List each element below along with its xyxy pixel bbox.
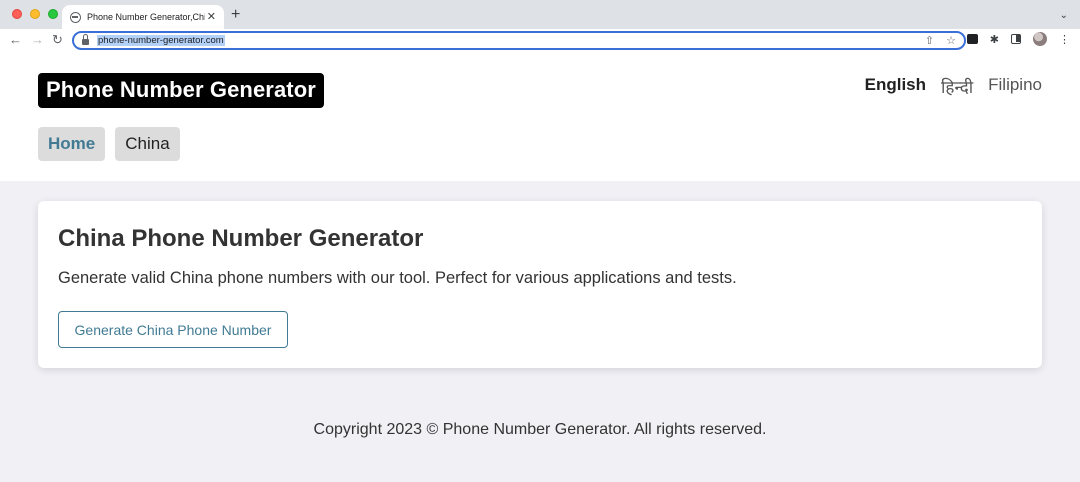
nav-item-china[interactable]: China — [115, 127, 180, 161]
side-panel-icon[interactable] — [1011, 34, 1021, 44]
kebab-menu-icon[interactable]: ⋮ — [1059, 33, 1070, 46]
profile-avatar[interactable] — [1033, 32, 1047, 46]
footer-copyright: Copyright 2023 © Phone Number Generator.… — [313, 421, 767, 438]
lock-icon[interactable] — [82, 33, 89, 45]
tab-close-icon[interactable]: ✕ — [207, 11, 216, 23]
generator-card: China Phone Number Generator Generate va… — [38, 201, 1042, 368]
card-title: China Phone Number Generator — [58, 225, 424, 252]
tab-search-icon[interactable]: ⌄ — [1060, 10, 1068, 21]
extension-box-icon[interactable] — [966, 34, 978, 44]
site-logo[interactable]: Phone Number Generator — [38, 73, 324, 108]
language-switcher: English हिन्दी Filipino — [865, 75, 1042, 98]
lang-filipino[interactable]: Filipino — [988, 75, 1042, 98]
toolbar-icons: ✱ ⋮ — [966, 32, 1070, 46]
browser-chrome: Phone Number Generator,China ✕ + ⌄ ← → ↻… — [0, 0, 1080, 52]
new-tab-button[interactable]: + — [231, 7, 240, 23]
maximize-window-button[interactable] — [48, 9, 58, 19]
share-icon[interactable]: ⇧ — [925, 34, 934, 47]
browser-toolbar: ← → ↻ phone-number-generator.com ⇧ ☆ ✱ ⋮ — [0, 29, 1080, 52]
back-icon[interactable]: ← — [9, 32, 22, 48]
window-controls — [12, 9, 58, 19]
puzzle-icon[interactable]: ✱ — [990, 33, 999, 46]
tab-strip: Phone Number Generator,China ✕ + ⌄ — [0, 0, 1080, 29]
close-window-button[interactable] — [12, 9, 22, 19]
page: Phone Number Generator English हिन्दी Fi… — [0, 52, 1080, 482]
forward-icon[interactable]: → — [31, 32, 44, 48]
main-nav: Home China — [38, 127, 180, 161]
card-description: Generate valid China phone numbers with … — [58, 269, 737, 287]
lang-hindi[interactable]: हिन्दी — [941, 75, 973, 98]
address-bar[interactable]: phone-number-generator.com ⇧ ☆ — [72, 31, 966, 50]
lang-english[interactable]: English — [865, 75, 926, 98]
site-header: Phone Number Generator English हिन्दी Fi… — [0, 52, 1080, 181]
bookmark-star-icon[interactable]: ☆ — [946, 34, 956, 47]
tab-title: Phone Number Generator,China — [87, 12, 205, 22]
minimize-window-button[interactable] — [30, 9, 40, 19]
globe-icon — [70, 11, 81, 23]
nav-item-home[interactable]: Home — [38, 127, 106, 161]
browser-tab[interactable]: Phone Number Generator,China ✕ — [62, 5, 224, 29]
url-text[interactable]: phone-number-generator.com — [97, 35, 225, 46]
reload-icon[interactable]: ↻ — [52, 32, 63, 48]
generate-button[interactable]: Generate China Phone Number — [58, 311, 288, 348]
